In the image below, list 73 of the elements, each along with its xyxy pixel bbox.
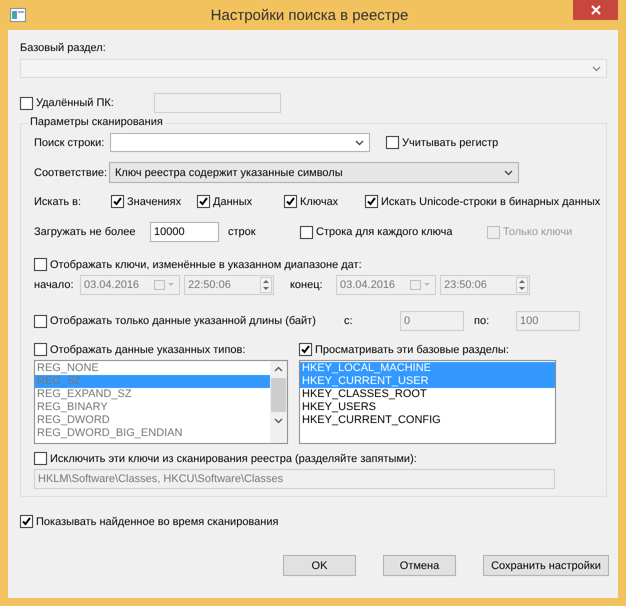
close-icon	[590, 5, 600, 15]
start-label: начало:	[34, 279, 75, 291]
match-value: Ключ реестра содержит указанные символы	[115, 166, 343, 178]
date-picker[interactable]: 03.04.2016	[80, 275, 180, 295]
types-list[interactable]: REG_NONE REG_SZ REG_EXPAND_SZ REG_BINARY REG_DWORD REG_DWORD_BIG_ENDIAN	[34, 360, 288, 444]
load-limit-field[interactable]: 10000	[150, 222, 219, 242]
length-from-field[interactable]: 0	[400, 311, 464, 331]
match-label: Соответствие:	[34, 166, 108, 178]
base-section-list-item[interactable]: HKEY_USERS	[300, 401, 555, 414]
check-icon	[112, 196, 123, 207]
spin-arrows-icon	[260, 277, 272, 293]
type-list-item[interactable]: REG_EXPAND_SZ	[35, 388, 270, 401]
spin-arrows-icon	[516, 277, 528, 293]
caret-icon	[504, 170, 513, 176]
search-in-checkbox[interactable]: Значениях	[111, 195, 197, 208]
calendar-icon	[154, 280, 176, 290]
show-found-checkbox[interactable]: Показывать найденное во время сканирования	[20, 515, 278, 528]
type-list-item[interactable]: REG_BINARY	[35, 401, 270, 414]
remote-pc-field[interactable]	[154, 93, 281, 113]
match-case-checkbox[interactable]: Учитывать регистр	[386, 136, 498, 149]
date-value: 03.04.2016	[340, 279, 396, 291]
app-icon	[10, 8, 26, 22]
base-section-list-item[interactable]: HKEY_CURRENT_CONFIG	[300, 414, 555, 427]
type-list-item[interactable]: REG_NONE	[35, 362, 270, 375]
type-list-item[interactable]: REG_DWORD	[35, 414, 270, 427]
group-title: Параметры сканирования	[28, 116, 165, 128]
exclude-checkbox[interactable]: Исключить эти ключи из сканирования реестра (разделяйте запятыми):	[34, 452, 417, 465]
scrollbar[interactable]	[270, 361, 287, 443]
search-in-checkbox[interactable]: Ключах	[284, 195, 365, 208]
close-button[interactable]	[573, 0, 618, 20]
rows-unit-label: строк	[228, 226, 257, 238]
base-section-label: Базовый раздел:	[20, 42, 106, 54]
row-per-key-checkbox[interactable]: Строка для каждого ключа	[300, 226, 487, 238]
end-label: конец:	[290, 279, 324, 291]
search-in-checkbox[interactable]: Данных	[197, 195, 284, 208]
scroll-up-icon	[274, 366, 283, 372]
calendar-icon	[410, 280, 432, 290]
window-title: Настройки поиска в реестре	[210, 6, 408, 24]
time-value: 23:50:06	[444, 279, 487, 291]
caret-icon	[592, 66, 601, 72]
caret-icon	[355, 140, 364, 146]
length-to-field[interactable]: 100	[516, 311, 580, 331]
cancel-button[interactable]: Отмена	[383, 555, 456, 576]
check-icon	[21, 516, 32, 527]
check-icon	[300, 344, 311, 355]
time-value: 22:50:06	[188, 279, 231, 291]
check-icon	[198, 196, 209, 207]
save-settings-button[interactable]: Сохранить настройки	[483, 555, 609, 576]
search-string-label: Поиск строки:	[34, 136, 106, 148]
search-string-dropdown[interactable]	[110, 133, 370, 152]
types-checkbox[interactable]: Отображать данные указанных типов:	[34, 343, 288, 356]
search-in-checkbox[interactable]: Искать Unicode-строки в бинарных данных	[365, 195, 600, 208]
base-sections-list[interactable]: HKEY_LOCAL_MACHINE HKEY_CURRENT_USER HKEY_CLASSES_ROOT HKEY_USERS HKEY_CURRENT_CONFIG	[299, 360, 556, 444]
from-label: с:	[344, 315, 354, 327]
time-spinner[interactable]: 23:50:06	[440, 275, 530, 295]
match-dropdown[interactable]: Ключ реестра содержит указанные символы	[109, 162, 519, 183]
search-in-label: Искать в:	[34, 196, 82, 208]
ok-button[interactable]: OK	[283, 555, 356, 576]
scroll-down-icon	[274, 418, 283, 424]
load-limit-label: Загружать не более	[34, 226, 137, 238]
type-list-item[interactable]: REG_DWORD_BIG_ENDIAN	[35, 427, 270, 440]
date-value: 03.04.2016	[84, 279, 140, 291]
date-picker[interactable]: 03.04.2016	[336, 275, 436, 295]
base-section-list-item[interactable]: HKEY_CLASSES_ROOT	[300, 388, 555, 401]
date-range-checkbox[interactable]: Отображать ключи, изменённые в указанном диапазоне дат:	[34, 258, 362, 271]
exclude-keys-field[interactable]: HKLM\Software\Classes, HKCU\Software\Classes	[34, 469, 555, 489]
check-icon	[366, 196, 377, 207]
check-icon	[285, 196, 296, 207]
time-spinner[interactable]: 22:50:06	[184, 275, 274, 295]
remote-pc-checkbox[interactable]: Удалённый ПК:	[20, 96, 114, 110]
to-label: по:	[474, 315, 490, 327]
base-sections-checkbox[interactable]: Просматривать эти базовые разделы:	[299, 343, 556, 356]
length-checkbox[interactable]: Отображать только данные указанной длины (байт)	[34, 314, 344, 328]
